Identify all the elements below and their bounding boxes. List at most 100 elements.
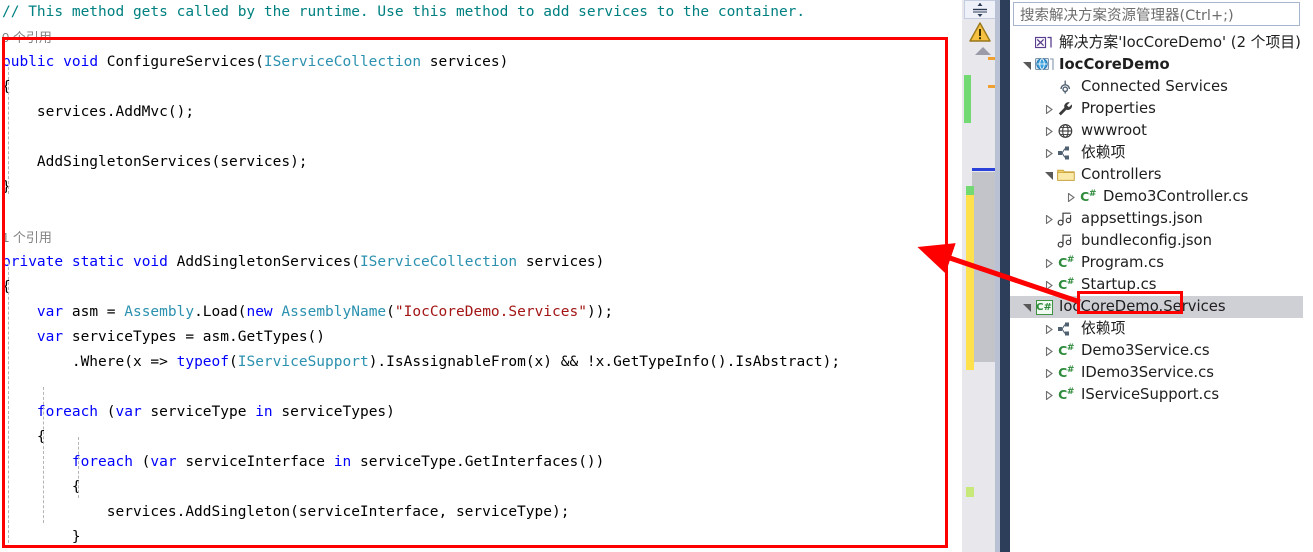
- tree-item-label: IocCoreDemo.Services: [1059, 298, 1226, 315]
- code-token: public: [2, 54, 55, 70]
- tree-item-label: Demo3Controller.cs: [1103, 188, 1249, 205]
- code-token: // This method gets called by the runtim…: [2, 4, 806, 20]
- chevron-expanded-icon[interactable]: [1042, 164, 1056, 186]
- code-token: serviceType: [141, 404, 256, 420]
- code-token: in: [255, 404, 273, 420]
- code-token: var: [36, 329, 64, 345]
- tree-item-demo3service.cs[interactable]: C# Demo3Service.cs: [1010, 340, 1303, 362]
- code-token: services): [517, 254, 605, 270]
- tree-item-[interactable]: 依赖项: [1010, 142, 1303, 164]
- csharp-project-icon: C#: [1035, 299, 1053, 315]
- code-token: services): [421, 54, 509, 70]
- tree-item-label: IocCoreDemo: [1059, 56, 1170, 73]
- dependencies-icon: [1056, 143, 1076, 163]
- code-token: serviceTypes): [272, 404, 395, 420]
- tree-item-ioccoredemo2[interactable]: 解决方案'IocCoreDemo' (2 个项目): [1010, 32, 1303, 54]
- tree-item-properties[interactable]: Properties: [1010, 98, 1303, 120]
- tree-item-bundleconfig.json[interactable]: bundleconfig.json: [1010, 230, 1303, 252]
- code-line: // This method gets called by the runtim…: [0, 0, 962, 25]
- chevron-collapsed-icon[interactable]: [1042, 274, 1056, 296]
- tree-item-ioccoredemo.services[interactable]: C# IocCoreDemo.Services: [1010, 296, 1303, 318]
- code-line: 0 个引用: [0, 25, 962, 50]
- code-token: }: [2, 179, 11, 195]
- code-line: {: [0, 275, 962, 300]
- globe-icon: [1056, 121, 1076, 141]
- tree-item-startup.cs[interactable]: C# Startup.cs: [1010, 274, 1303, 296]
- code-token: .Load(: [194, 304, 247, 320]
- csharp-file-icon: C#: [1058, 387, 1074, 403]
- tree-item-appsettings.json[interactable]: appsettings.json: [1010, 208, 1303, 230]
- code-token: (: [229, 354, 238, 370]
- code-token: private: [2, 254, 64, 270]
- code-token: 0 个引用: [2, 30, 52, 45]
- chevron-collapsed-icon[interactable]: [1042, 252, 1056, 274]
- code-token: (: [98, 404, 116, 420]
- tree-item-demo3controller.cs[interactable]: C# Demo3Controller.cs: [1010, 186, 1303, 208]
- chevron-collapsed-icon[interactable]: [1042, 142, 1056, 164]
- chevron-expanded-icon[interactable]: [1020, 54, 1034, 76]
- tree-item-idemo3service.cs[interactable]: C# IDemo3Service.cs: [1010, 362, 1303, 384]
- code-token: AddSingletonServices(: [167, 254, 360, 270]
- tree-item-ioccoredemo[interactable]: IocCoreDemo: [1010, 54, 1303, 76]
- code-token: 1 个引用: [2, 230, 52, 245]
- code-token: var: [36, 304, 64, 320]
- connected-services-icon: [1056, 77, 1076, 97]
- tree-item-iservicesupport.cs[interactable]: C# IServiceSupport.cs: [1010, 384, 1303, 406]
- code-token: foreach: [36, 404, 99, 420]
- code-line: {: [0, 475, 962, 500]
- solution-explorer-panel: 搜索解决方案资源管理器(Ctrl+;) 解决方案'IocCoreDemo' (2…: [1010, 0, 1313, 552]
- code-token: (: [386, 304, 395, 320]
- tree-item-label: bundleconfig.json: [1081, 232, 1212, 249]
- indent-guide: [43, 387, 44, 523]
- chevron-collapsed-icon[interactable]: [1042, 120, 1056, 142]
- code-token: services.AddSingleton(serviceInterface, …: [2, 504, 570, 520]
- tree-item-label: Program.cs: [1081, 254, 1164, 271]
- tree-item-program.cs[interactable]: C# Program.cs: [1010, 252, 1303, 274]
- dependencies-icon: [1056, 319, 1076, 339]
- tree-item-wwwroot[interactable]: wwwroot: [1010, 120, 1303, 142]
- json-file-icon: [1056, 209, 1076, 229]
- chevron-collapsed-icon[interactable]: [1042, 384, 1056, 406]
- chevron-collapsed-icon[interactable]: [1064, 186, 1078, 208]
- tree-item-connectedservices[interactable]: Connected Services: [1010, 76, 1303, 98]
- code-token: var: [150, 454, 177, 470]
- code-token: serviceType.GetInterfaces()): [351, 454, 605, 470]
- tree-item-label: Controllers: [1081, 166, 1162, 183]
- code-text[interactable]: // This method gets called by the runtim…: [0, 0, 962, 552]
- code-line: private static void AddSingletonServices…: [0, 250, 962, 275]
- code-line: }: [0, 525, 962, 550]
- change-mark-green-small: [966, 186, 974, 195]
- chevron-collapsed-icon[interactable]: [1042, 362, 1056, 384]
- code-token: serviceTypes = asm.GetTypes(): [63, 329, 326, 345]
- chevron-collapsed-icon[interactable]: [1042, 208, 1056, 230]
- tree-item-controllers[interactable]: Controllers: [1010, 164, 1303, 186]
- indent-guide: [8, 62, 9, 194]
- indent-guide: [8, 262, 9, 548]
- solution-tree[interactable]: 解决方案'IocCoreDemo' (2 个项目) IocCoreDemo Conn…: [1010, 32, 1303, 406]
- tree-item-[interactable]: 依赖项: [1010, 318, 1303, 340]
- code-editor[interactable]: // This method gets called by the runtim…: [0, 0, 962, 552]
- csharp-file-icon: C#: [1058, 365, 1074, 381]
- tree-item-label: 解决方案'IocCoreDemo' (2 个项目): [1059, 34, 1301, 51]
- code-token: asm =: [63, 304, 125, 320]
- change-mark-green-lower: [966, 487, 974, 497]
- chevron-collapsed-icon[interactable]: [1042, 340, 1056, 362]
- tree-item-label: 依赖项: [1081, 144, 1126, 161]
- code-token: IServiceSupport: [237, 354, 369, 370]
- code-line: services.AddSingleton(serviceInterface, …: [0, 500, 962, 525]
- code-token: ).IsAssignableFrom(x) && !x.GetTypeInfo(…: [368, 354, 841, 370]
- code-token: (: [132, 454, 151, 470]
- chevron-collapsed-icon[interactable]: [1042, 98, 1056, 120]
- code-line: AddSingletonServices(services);: [0, 150, 962, 175]
- change-bar-green: [964, 75, 971, 123]
- chevron-expanded-icon[interactable]: [1020, 296, 1034, 318]
- search-input[interactable]: 搜索解决方案资源管理器(Ctrl+;): [1013, 2, 1300, 26]
- chevron-collapsed-icon[interactable]: [1042, 318, 1056, 340]
- code-token: {: [2, 79, 11, 95]
